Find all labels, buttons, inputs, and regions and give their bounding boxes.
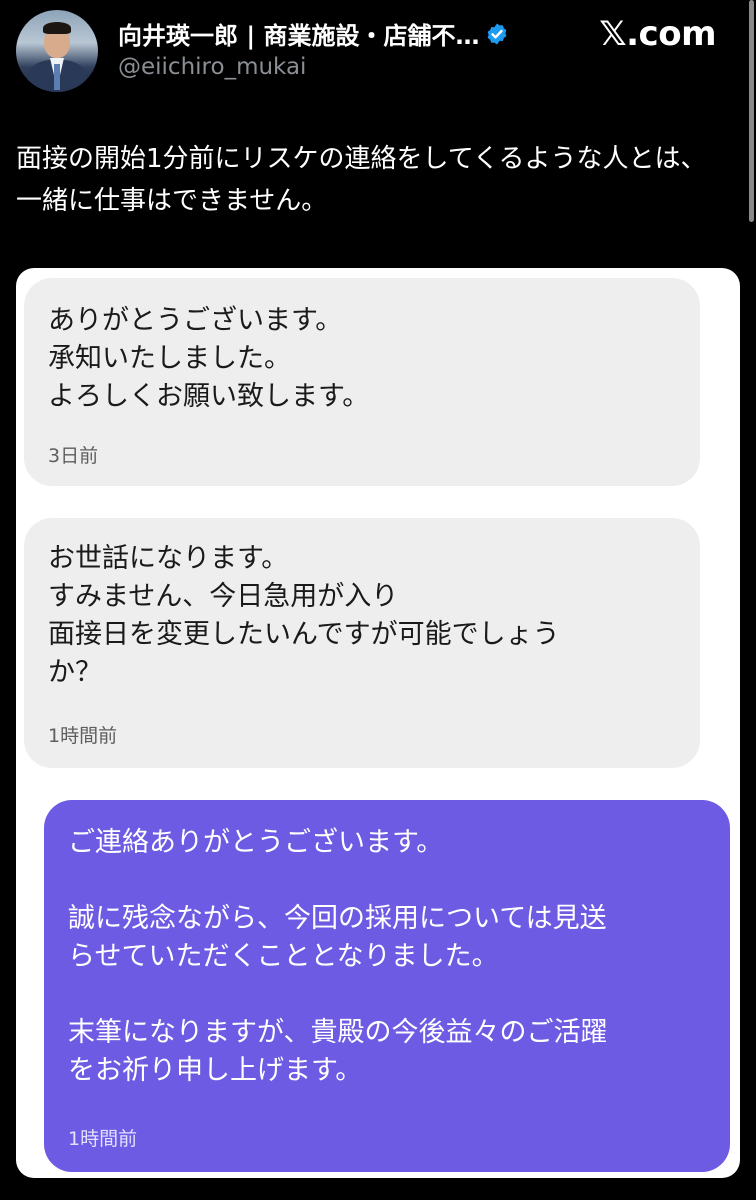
author-avatar[interactable]	[16, 10, 98, 92]
tweet-text: 面接の開始1分前にリスケの連絡をしてくるような人とは、一緒に仕事はできません。	[16, 144, 707, 216]
message-time: 1時間前	[48, 725, 118, 747]
avatar-hair	[43, 22, 71, 34]
message-time: 1時間前	[68, 1128, 138, 1150]
scrollbar[interactable]	[749, 0, 754, 222]
message-text: お世話になります。 すみません、今日急用が入り 面接日を変更したいんですが可能で…	[48, 543, 560, 688]
author-handle[interactable]: @eiichiro_mukai	[118, 54, 306, 80]
message-time: 3日前	[48, 445, 99, 467]
message-bubble-received-2: お世話になります。 すみません、今日急用が入り 面接日を変更したいんですが可能で…	[24, 518, 700, 768]
author-name[interactable]: 向井瑛一郎 | 商業施設・店舗不…	[118, 16, 479, 51]
tweet-header: 向井瑛一郎 | 商業施設・店舗不… @eiichiro_mukai 𝕏.com	[0, 0, 756, 110]
x-logo: 𝕏.com	[599, 14, 716, 54]
message-text: ご連絡ありがとうございます。 誠に残念ながら、今回の採用については見送 らせてい…	[68, 827, 608, 1086]
message-bubble-received-1: ありがとうございます。 承知いたしました。 よろしくお願い致します。 3日前	[24, 278, 700, 486]
avatar-tie	[54, 64, 60, 90]
message-bubble-sent: ご連絡ありがとうございます。 誠に残念ながら、今回の採用については見送 らせてい…	[44, 800, 730, 1172]
author-name-row[interactable]: 向井瑛一郎 | 商業施設・店舗不…	[118, 16, 509, 51]
verified-badge-icon	[488, 23, 507, 44]
message-text: ありがとうございます。 承知いたしました。 よろしくお願い致します。	[48, 305, 370, 412]
